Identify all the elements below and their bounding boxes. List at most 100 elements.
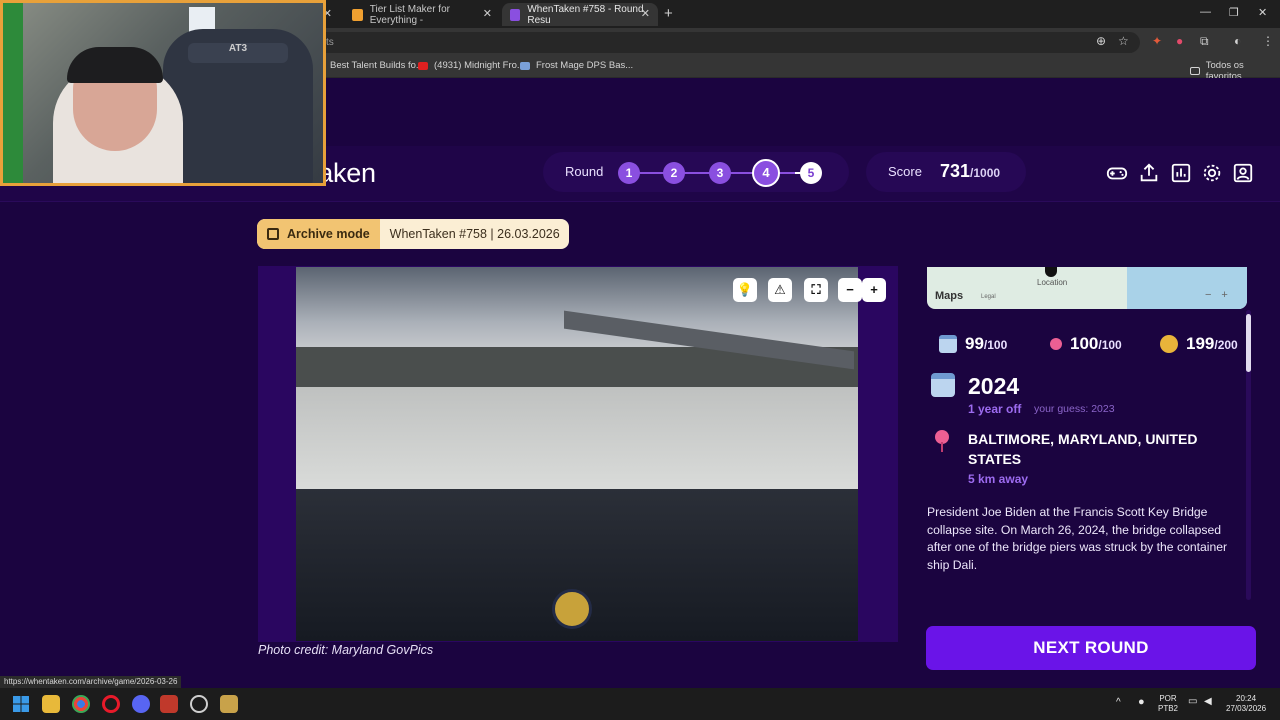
- answer-location: BALTIMORE, MARYLAND, UNITED STATES: [968, 431, 1198, 467]
- map-water: [1127, 267, 1247, 309]
- windows-start-icon[interactable]: [12, 695, 30, 713]
- language-indicator[interactable]: POR PTB2: [1158, 694, 1178, 714]
- restore-icon[interactable]: ❐: [1229, 6, 1239, 19]
- zoom-in-icon[interactable]: +: [862, 278, 886, 302]
- address-bar[interactable]: ts: [300, 32, 1140, 53]
- windows-taskbar: ^ ● POR PTB2 ▭ ◀ 20:24 27/03/2026: [0, 688, 1280, 720]
- archive-label: Archive mode: [287, 227, 370, 241]
- network-icon[interactable]: ▭: [1188, 697, 1197, 707]
- tab-favicon: [510, 8, 521, 21]
- bookmark-item[interactable]: (4931) Midnight Fro...: [418, 60, 525, 71]
- streaming-app-icon[interactable]: [160, 695, 178, 713]
- microphone-icon[interactable]: ●: [1138, 697, 1145, 708]
- file-explorer-icon[interactable]: [42, 695, 60, 713]
- extension-leaf-icon[interactable]: ✦: [1152, 34, 1162, 48]
- gamepad-icon[interactable]: [1106, 162, 1128, 184]
- clock[interactable]: 20:24 27/03/2026: [1226, 694, 1266, 714]
- archive-badge: Archive mode WhenTaken #758 | 26.03.2026: [257, 219, 569, 249]
- bookmark-label: Best Talent Builds fo...: [330, 60, 424, 71]
- round-total-score: 199: [1186, 334, 1215, 353]
- account-icon[interactable]: [1232, 162, 1254, 184]
- app-icon[interactable]: [190, 695, 208, 713]
- round-dot-3[interactable]: 3: [709, 162, 731, 184]
- round-progress: Round 1 2 3 4 5: [543, 152, 849, 192]
- volume-icon[interactable]: ◀: [1204, 697, 1212, 707]
- round-label: Round: [565, 164, 604, 179]
- close-tab-icon[interactable]: ✕: [641, 7, 650, 20]
- map-guess-pin: [1045, 267, 1057, 277]
- score-label: Score: [888, 164, 922, 179]
- bookmark-favicon: [520, 61, 530, 70]
- your-guess: your guess: 2023: [1034, 403, 1115, 415]
- round-dot-4[interactable]: 4: [752, 159, 780, 187]
- result-scrollbar[interactable]: [1246, 310, 1251, 600]
- bookmark-item[interactable]: Frost Mage DPS Bas...: [520, 60, 633, 71]
- tab-label: WhenTaken #758 - Round Resu: [527, 3, 644, 26]
- location-pin-icon: [935, 430, 949, 452]
- bookmark-label: Frost Mage DPS Bas...: [536, 60, 634, 71]
- youtube-icon: [418, 61, 428, 70]
- tab-tier-list[interactable]: Tier List Maker for Everything - ✕: [344, 3, 500, 26]
- round-dot-5[interactable]: 5: [800, 162, 822, 184]
- photo-podium-seal: [552, 589, 592, 629]
- opera-icon[interactable]: [102, 695, 120, 713]
- tab-whentaken[interactable]: WhenTaken #758 - Round Resu ✕: [502, 3, 658, 26]
- location-score-max: /100: [1098, 338, 1122, 352]
- chair-logo: AT3: [188, 43, 288, 63]
- chrome-icon[interactable]: [72, 695, 90, 713]
- location-score: 100: [1070, 334, 1099, 353]
- hint-lightbulb-icon[interactable]: 💡: [733, 278, 757, 302]
- distance-away: 5 km away: [968, 472, 1029, 486]
- close-tab-icon[interactable]: ✕: [483, 7, 492, 20]
- round-dot-1[interactable]: 1: [618, 162, 640, 184]
- year-score-stat: 99/100: [939, 326, 1007, 362]
- scrollbar-thumb[interactable]: [1246, 314, 1251, 372]
- close-window-icon[interactable]: ✕: [1258, 6, 1267, 19]
- photo-panel: 💡 ⚠ ⛶ − +: [258, 266, 898, 642]
- answer-year: 2024: [968, 373, 1020, 399]
- game-id-label: WhenTaken #758 | 26.03.2026: [389, 227, 560, 241]
- discord-icon[interactable]: [132, 695, 150, 713]
- stats-icon[interactable]: [1170, 162, 1192, 184]
- year-difference: 1 year off: [968, 402, 1022, 416]
- minimize-icon[interactable]: —: [1200, 6, 1211, 18]
- result-panel: Location Maps Legal −+ 99/100 100/100 19…: [926, 266, 1256, 602]
- location-score-stat: 100/100: [1050, 326, 1122, 362]
- language-code: POR: [1159, 694, 1177, 703]
- fullscreen-icon[interactable]: ⛶: [804, 278, 828, 302]
- score-value: 731/1000: [940, 161, 1000, 182]
- calendar-icon: [267, 228, 279, 240]
- map-location-label: Location: [1037, 278, 1068, 287]
- share-icon[interactable]: [1138, 162, 1160, 184]
- score-max: /1000: [970, 166, 1001, 180]
- map-zoom-controls[interactable]: −+: [1205, 289, 1238, 301]
- result-mini-map[interactable]: Location Maps Legal −+: [927, 267, 1247, 309]
- next-round-button[interactable]: NEXT ROUND: [926, 626, 1256, 670]
- year-score-max: /100: [983, 338, 1008, 352]
- tray-chevron-icon[interactable]: ^: [1116, 698, 1121, 708]
- round-photo[interactable]: [296, 267, 858, 641]
- new-tab-icon[interactable]: +: [664, 5, 673, 22]
- extension-badge-icon[interactable]: ●: [1176, 34, 1183, 48]
- bookmark-star-icon[interactable]: ☆: [1118, 34, 1129, 48]
- report-warning-icon[interactable]: ⚠: [768, 278, 792, 302]
- score-display: Score 731/1000: [866, 152, 1026, 192]
- extensions-puzzle-icon[interactable]: ⧉: [1200, 34, 1209, 49]
- archive-mode-tag[interactable]: Archive mode: [257, 219, 380, 249]
- round-dot-2[interactable]: 2: [663, 162, 685, 184]
- browser-menu-icon[interactable]: ⋮: [1262, 34, 1274, 48]
- bookmark-label: (4931) Midnight Fro...: [434, 60, 525, 71]
- zoom-icon[interactable]: ⊕: [1096, 34, 1106, 48]
- game-launcher-icon[interactable]: [220, 695, 238, 713]
- bookmark-item[interactable]: Best Talent Builds fo...: [330, 60, 424, 71]
- calendar-icon: [939, 335, 957, 353]
- profile-icon[interactable]: ◐: [1234, 34, 1241, 48]
- streamer-cap: [67, 47, 163, 83]
- zoom-out-icon[interactable]: −: [838, 278, 862, 302]
- photo-description: President Joe Biden at the Francis Scott…: [927, 505, 1228, 572]
- apple-maps-logo: Maps: [935, 290, 964, 302]
- tab-favicon: [352, 8, 363, 21]
- map-legal-link[interactable]: Legal: [981, 294, 996, 300]
- clock-date: 27/03/2026: [1226, 704, 1267, 713]
- settings-gear-icon[interactable]: [1201, 162, 1223, 184]
